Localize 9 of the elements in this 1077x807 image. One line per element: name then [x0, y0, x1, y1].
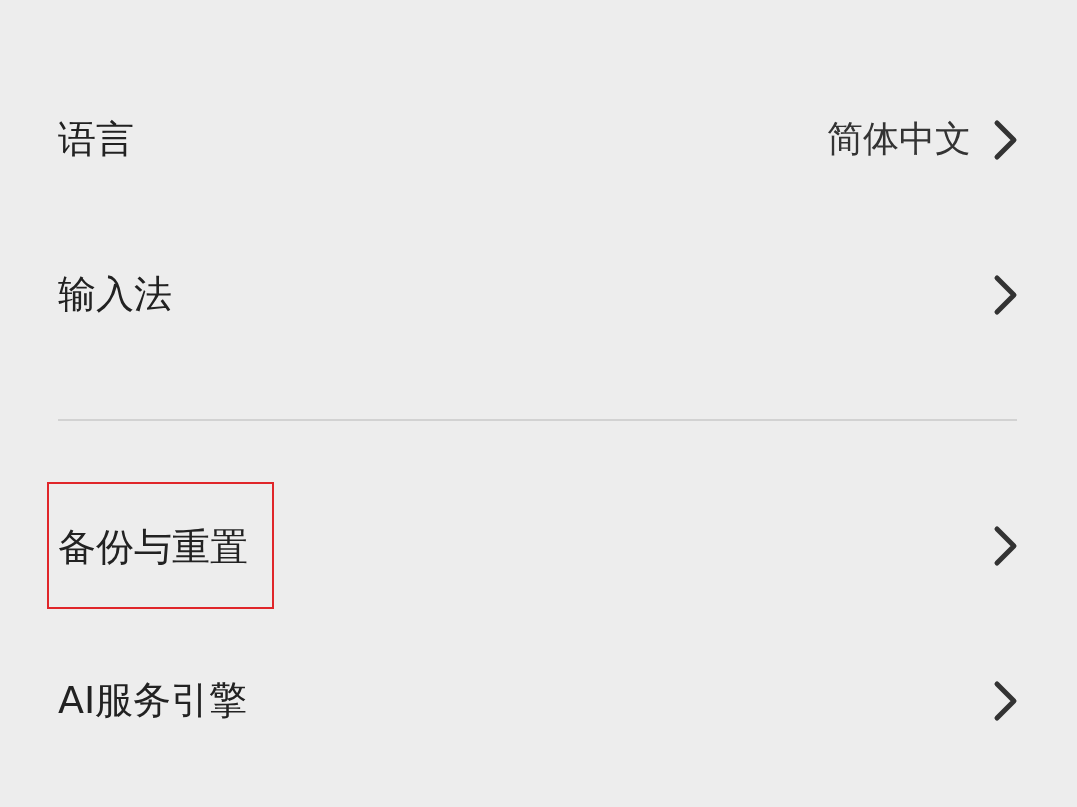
- setting-label: AI服务引擎: [58, 677, 248, 724]
- setting-value: 简体中文: [827, 117, 971, 161]
- setting-label: 语言: [58, 116, 134, 163]
- chevron-right-icon[interactable]: [993, 679, 1019, 722]
- setting-label: 输入法: [58, 271, 172, 318]
- chevron-right-icon[interactable]: [993, 118, 1019, 161]
- setting-label: 备份与重置: [49, 484, 272, 607]
- chevron-right-icon[interactable]: [993, 524, 1019, 567]
- chevron-right-icon[interactable]: [993, 273, 1019, 316]
